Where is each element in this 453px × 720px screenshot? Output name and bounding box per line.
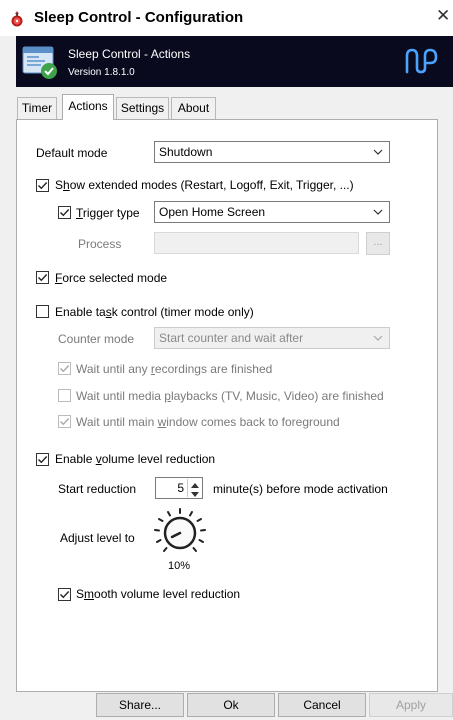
header-banner: Sleep Control - Actions Version 1.8.1.0 xyxy=(16,36,453,87)
wait-window-label: Wait until main window comes back to for… xyxy=(76,415,340,429)
volume-reduction-label: Enable volume level reduction xyxy=(55,452,216,466)
task-control-label: Enable task control (timer mode only) xyxy=(55,305,254,319)
process-browse-button[interactable]: ... xyxy=(366,232,390,255)
brand-logo-icon xyxy=(405,48,438,74)
process-label: Process xyxy=(78,237,122,251)
tab-about[interactable]: About xyxy=(171,97,216,119)
chevron-down-icon xyxy=(373,149,383,155)
tab-timer[interactable]: Timer xyxy=(17,97,57,119)
volume-reduction-checkbox[interactable] xyxy=(36,453,49,466)
banner-version: Version 1.8.1.0 xyxy=(68,67,135,78)
ok-button[interactable]: Ok xyxy=(187,693,275,717)
adjust-level-label: Adjust level to xyxy=(60,531,135,545)
smooth-volume-label: Smooth volume level reduction xyxy=(76,587,241,601)
default-mode-label: Default mode xyxy=(36,146,108,160)
force-mode-checkbox[interactable] xyxy=(36,271,49,284)
process-input[interactable] xyxy=(154,232,359,254)
check-icon xyxy=(38,182,48,190)
check-icon xyxy=(60,418,70,426)
wait-playbacks-checkbox[interactable] xyxy=(58,389,71,402)
start-reduction-value: 5 xyxy=(177,481,184,495)
config-app-icon xyxy=(22,46,57,79)
trigger-type-label: Trigger type xyxy=(76,206,140,220)
adjust-level-value: 10% xyxy=(168,560,191,572)
chevron-down-icon xyxy=(373,209,383,215)
volume-knob[interactable] xyxy=(150,506,210,562)
check-icon xyxy=(38,274,48,282)
extended-modes-checkbox[interactable] xyxy=(36,179,49,192)
wait-recordings-label: Wait until any recordings are finished xyxy=(76,362,273,376)
counter-mode-label: Counter mode xyxy=(58,332,135,346)
tab-settings[interactable]: Settings xyxy=(116,97,169,119)
spin-down-icon[interactable] xyxy=(187,488,201,497)
cancel-button[interactable]: Cancel xyxy=(278,693,366,717)
apply-button[interactable]: Apply xyxy=(369,693,453,717)
force-mode-label: Force selected mode xyxy=(55,271,168,285)
trigger-type-select[interactable]: Open Home Screen xyxy=(154,201,390,223)
check-icon xyxy=(60,209,70,217)
default-mode-select[interactable]: Shutdown xyxy=(154,141,390,163)
extended-modes-label: Show extended modes (Restart, Logoff, Ex… xyxy=(55,178,354,192)
tab-actions[interactable]: Actions xyxy=(62,94,114,120)
counter-mode-value: Start counter and wait after xyxy=(159,331,304,345)
app-icon xyxy=(11,11,23,27)
start-reduction-spinner[interactable]: 5 xyxy=(155,477,203,499)
trigger-type-checkbox[interactable] xyxy=(58,206,71,219)
wait-playbacks-label: Wait until media playbacks (TV, Music, V… xyxy=(76,389,384,403)
check-icon xyxy=(60,591,70,599)
start-reduction-suffix: minute(s) before mode activation xyxy=(213,482,388,496)
check-icon xyxy=(60,365,70,373)
banner-title: Sleep Control - Actions xyxy=(68,47,191,61)
wait-recordings-checkbox[interactable] xyxy=(58,362,71,375)
wait-window-checkbox[interactable] xyxy=(58,415,71,428)
smooth-volume-checkbox[interactable] xyxy=(58,588,71,601)
start-reduction-label: Start reduction xyxy=(58,482,137,496)
close-icon[interactable]: ✕ xyxy=(436,7,450,24)
chevron-down-icon xyxy=(373,335,383,341)
trigger-type-value: Open Home Screen xyxy=(159,205,266,219)
window-title: Sleep Control - Configuration xyxy=(34,9,244,26)
counter-mode-select[interactable]: Start counter and wait after xyxy=(154,327,390,349)
task-control-checkbox[interactable] xyxy=(36,305,49,318)
default-mode-value: Shutdown xyxy=(159,145,213,159)
spin-up-icon[interactable] xyxy=(187,479,201,488)
share-button[interactable]: Share... xyxy=(96,693,184,717)
check-icon xyxy=(38,456,48,464)
